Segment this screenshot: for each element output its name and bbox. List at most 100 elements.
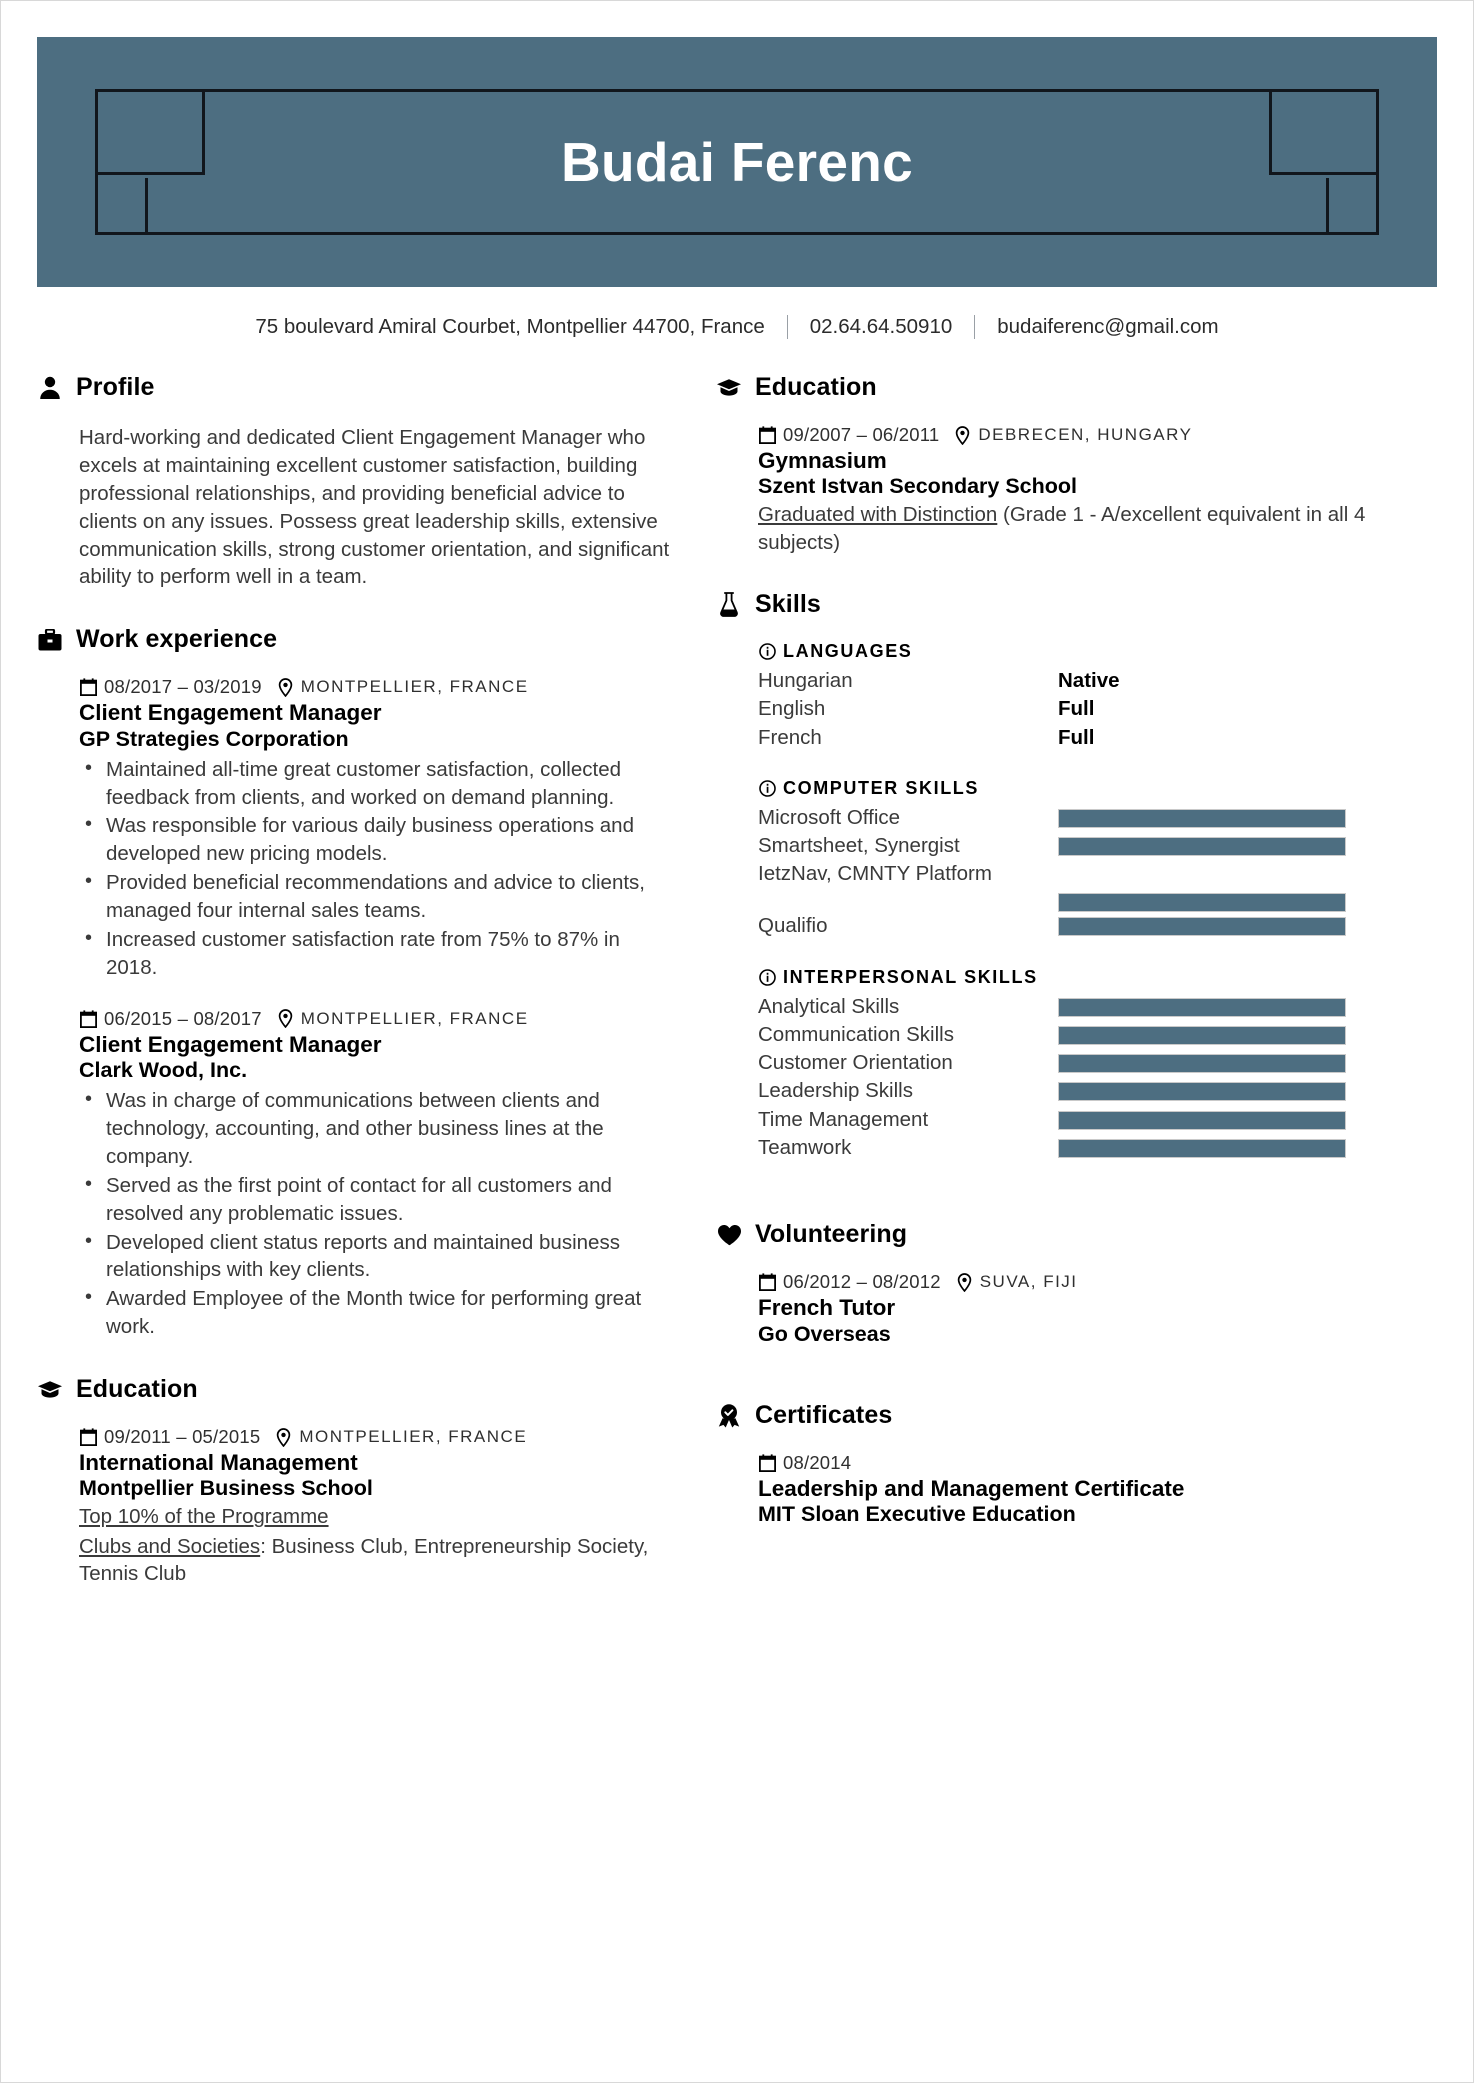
calendar-icon — [79, 1428, 98, 1447]
skill-bar-row: Analytical Skills — [758, 993, 1381, 1021]
section-header: Education — [37, 1375, 672, 1404]
header-banner: Budai Ferenc — [37, 37, 1437, 287]
section-volunteering: Volunteering 06/2012 – 08/2012 SUVA, FIJ… — [716, 1220, 1381, 1346]
skill-bar-track — [1058, 837, 1346, 857]
entry-meta: 06/2015 – 08/2017 MONTPELLIER, FRANCE — [79, 1008, 672, 1030]
map-pin-icon — [276, 677, 295, 697]
entry-date: 09/2007 – 06/2011 — [783, 424, 940, 445]
section-title: Skills — [755, 589, 821, 618]
skill-bar-row: Time Management — [758, 1106, 1381, 1134]
list-item: Developed client status reports and main… — [79, 1228, 672, 1285]
entry-location: MONTPELLIER, FRANCE — [274, 1427, 527, 1447]
entry-date: 08/2017 – 03/2019 — [104, 676, 262, 698]
calendar-icon — [758, 1453, 777, 1472]
contact-phone[interactable]: 02.64.64.50910 — [788, 315, 975, 339]
entry-note-underlined: Graduated with Distinction — [758, 503, 998, 527]
entry-place-label: MONTPELLIER, FRANCE — [300, 1008, 529, 1028]
language-row: French Full — [758, 724, 1381, 752]
skill-group-title: LANGUAGES — [783, 640, 913, 661]
info-circle-icon — [758, 642, 776, 660]
entry-place-label: MONTPELLIER, FRANCE — [300, 677, 529, 697]
skill-bar-track — [1058, 1025, 1346, 1045]
language-level: Full — [1058, 697, 1095, 721]
resume-page: Budai Ferenc 75 boulevard Amiral Courbet… — [0, 0, 1474, 2083]
skill-label: Smartsheet, Synergist — [758, 834, 960, 858]
skill-group-header: INTERPERSONAL SKILLS — [758, 967, 1381, 988]
entry-note-underlined: Top 10% of the Programme — [79, 1505, 329, 1529]
flask-icon — [716, 591, 742, 617]
skill-bar-track — [1058, 893, 1346, 913]
entry-note-underlined: Clubs and Societies — [79, 1534, 261, 1558]
map-pin-icon — [955, 1272, 974, 1292]
skill-label: Qualifio — [758, 914, 828, 938]
entry-place-label: SUVA, FIJI — [979, 1272, 1078, 1292]
section-profile: Profile Hard-working and dedicated Clien… — [37, 373, 672, 591]
skill-bar-track — [1058, 997, 1346, 1017]
section-body: 08/2014 Leadership and Management Certif… — [716, 1452, 1381, 1527]
frame-bar-left — [145, 178, 148, 235]
skill-bar-track — [1058, 1082, 1346, 1102]
skill-bar-row: Customer Orientation — [758, 1049, 1381, 1077]
map-pin-icon — [276, 1009, 295, 1029]
language-name: French — [758, 725, 822, 749]
section-body: 09/2007 – 06/2011 DEBRECEN, HUNGARY Gymn… — [716, 424, 1381, 556]
entry-meta: 08/2017 – 03/2019 MONTPELLIER, FRANCE — [79, 676, 672, 698]
calendar-icon — [79, 678, 98, 697]
skill-bar-row: Communication Skills — [758, 1021, 1381, 1049]
entry-school: Montpellier Business School — [79, 1476, 373, 1501]
section-title: Work experience — [76, 625, 278, 654]
section-title: Profile — [76, 373, 155, 401]
skill-label: Analytical Skills — [758, 994, 900, 1018]
section-body: 09/2011 – 05/2015 MONTPELLIER, FRANCE In… — [37, 1426, 672, 1587]
entry-date: 06/2015 – 08/2017 — [104, 1007, 262, 1029]
entry-role: French Tutor — [758, 1295, 896, 1321]
entry-location: MONTPELLIER, FRANCE — [276, 677, 529, 697]
section-header: Work experience — [37, 625, 672, 654]
skill-group-computer: COMPUTER SKILLS Microsoft Office Smartsh… — [758, 778, 1381, 941]
section-work-experience: Work experience 08/2017 – 03/2019 MONTPE… — [37, 625, 672, 1341]
section-header: Certificates — [716, 1401, 1381, 1430]
entry-meta: 06/2012 – 08/2012 SUVA, FIJI — [758, 1271, 1381, 1293]
section-header: Volunteering — [716, 1220, 1381, 1249]
entry-degree: International Management — [79, 1450, 358, 1476]
skill-label: IetzNav, CMNTY Platform — [758, 862, 992, 886]
skill-bar-row: Teamwork — [758, 1134, 1381, 1162]
section-body: 08/2017 – 03/2019 MONTPELLIER, FRANCE Cl… — [37, 676, 672, 1341]
work-entry: 08/2017 – 03/2019 MONTPELLIER, FRANCE Cl… — [79, 676, 672, 981]
section-body: Hard-working and dedicated Client Engage… — [37, 424, 672, 591]
briefcase-icon — [37, 627, 63, 653]
contact-email[interactable]: budaiferenc@gmail.com — [975, 315, 1240, 339]
skill-label: Teamwork — [758, 1136, 852, 1160]
calendar-icon — [79, 1009, 98, 1028]
frame-bar-right — [1326, 178, 1329, 235]
graduation-cap-icon — [37, 1377, 63, 1403]
certificate-entry: 08/2014 Leadership and Management Certif… — [758, 1452, 1381, 1527]
entry-issuer: MIT Sloan Executive Education — [758, 1502, 1076, 1527]
work-entry: 06/2015 – 08/2017 MONTPELLIER, FRANCE Cl… — [79, 1008, 672, 1341]
entry-organization: Go Overseas — [758, 1321, 891, 1346]
entry-date: 06/2012 – 08/2012 — [783, 1271, 941, 1293]
section-title: Certificates — [755, 1400, 893, 1429]
entry-meta: 08/2014 — [758, 1452, 1381, 1474]
resume-columns: Profile Hard-working and dedicated Clien… — [37, 373, 1437, 1621]
entry-company: Clark Wood, Inc. — [79, 1058, 248, 1083]
left-column: Profile Hard-working and dedicated Clien… — [37, 373, 672, 1621]
calendar-icon — [758, 426, 777, 445]
list-item: Maintained all-time great customer satis… — [79, 755, 672, 812]
language-name: English — [758, 697, 826, 721]
skill-bar-track — [1058, 808, 1346, 828]
skill-label: Microsoft Office — [758, 805, 901, 829]
language-row: English Full — [758, 695, 1381, 723]
award-icon — [716, 1402, 742, 1428]
education-entry: 09/2007 – 06/2011 DEBRECEN, HUNGARY Gymn… — [758, 424, 1381, 556]
list-item: Was in charge of communications between … — [79, 1086, 672, 1171]
list-item: Was responsible for various daily busine… — [79, 811, 672, 868]
candidate-name: Budai Ferenc — [560, 131, 914, 193]
list-item: Served as the first point of contact for… — [79, 1171, 672, 1228]
info-circle-icon — [758, 779, 776, 797]
section-header: Profile — [37, 373, 672, 402]
language-row: Hungarian Native — [758, 667, 1381, 695]
heart-icon — [716, 1222, 742, 1248]
skill-bar-track — [1058, 1139, 1346, 1159]
section-skills: Skills LANGUAGES Hungarian Native Englis… — [716, 590, 1381, 1162]
